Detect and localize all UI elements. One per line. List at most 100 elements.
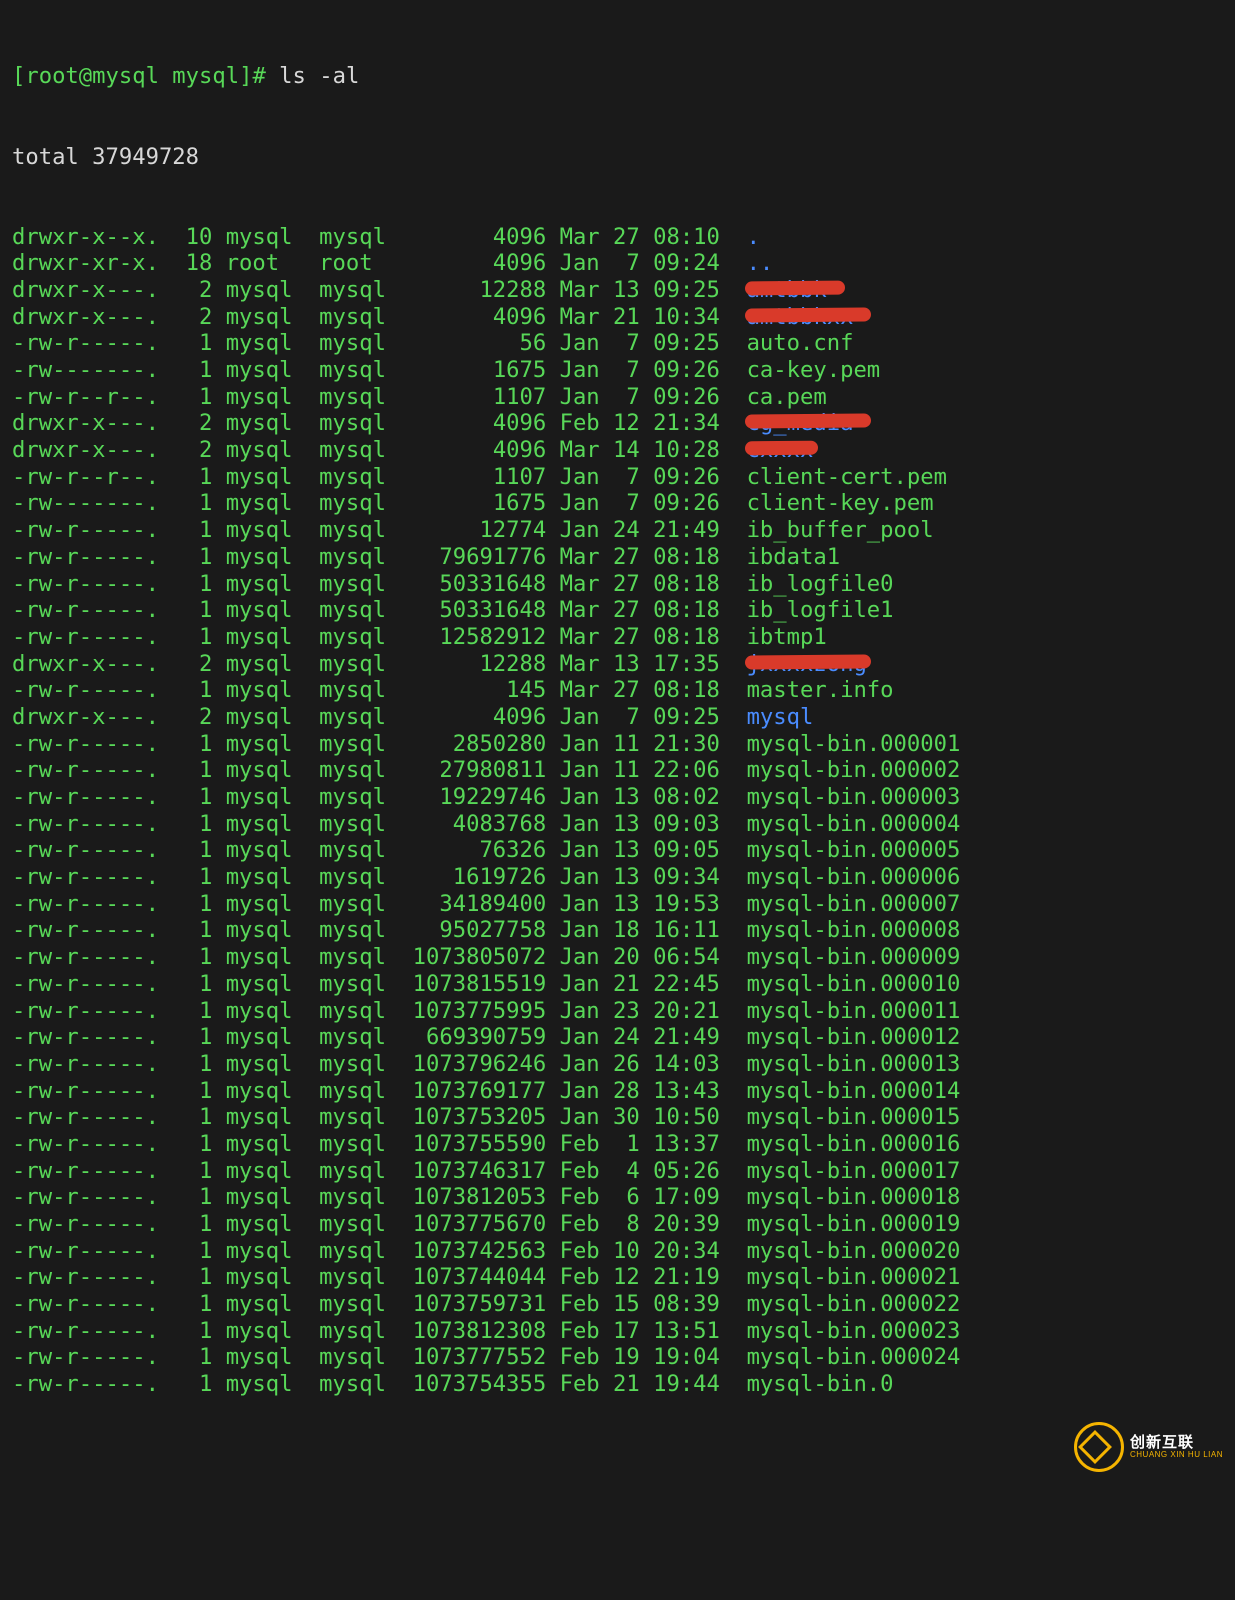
group-cell: mysql — [319, 1051, 399, 1078]
size-cell: 1073753205 — [399, 1104, 546, 1131]
group-cell: mysql — [319, 731, 399, 758]
size-cell: 4096 — [399, 304, 546, 331]
group-cell: mysql — [319, 998, 399, 1025]
links-cell: 1 — [172, 891, 212, 918]
group-cell: mysql — [319, 917, 399, 944]
size-cell: 50331648 — [399, 571, 546, 598]
size-cell: 56 — [399, 330, 546, 357]
links-cell: 2 — [172, 651, 212, 678]
perm-cell: -rw-r-----. — [12, 1238, 172, 1265]
date-cell: Jan 11 21:30 — [560, 731, 734, 758]
filename-cell: mysql-bin.000021 — [747, 1264, 961, 1291]
filename-cell: mysql-bin.000018 — [747, 1184, 961, 1211]
date-cell: Jan 20 06:54 — [560, 944, 734, 971]
filename-cell: . — [747, 224, 760, 251]
filename-cell: mysql-bin.000010 — [747, 971, 961, 998]
filename-cell: mysql — [747, 704, 814, 731]
group-cell: mysql — [319, 651, 399, 678]
perm-cell: -rw-r-----. — [12, 1291, 172, 1318]
owner-cell: mysql — [226, 998, 306, 1025]
links-cell: 2 — [172, 437, 212, 464]
filename-cell: client-cert.pem — [747, 464, 947, 491]
date-cell: Mar 27 08:18 — [560, 624, 734, 651]
listing-row: -rw-r--r--.1 mysql mysql1107 Jan 7 09:26… — [12, 464, 1223, 491]
directory-listing: drwxr-x--x.10 mysql mysql4096 Mar 27 08:… — [12, 224, 1223, 1398]
date-cell: Mar 27 08:10 — [560, 224, 734, 251]
filename-cell: mysql-bin.000024 — [747, 1344, 961, 1371]
perm-cell: -rw-r-----. — [12, 1211, 172, 1238]
links-cell: 1 — [172, 864, 212, 891]
filename-cell: mysql-bin.000019 — [747, 1211, 961, 1238]
links-cell: 1 — [172, 1291, 212, 1318]
date-cell: Jan 26 14:03 — [560, 1051, 734, 1078]
filename-cell: ib_buffer_pool — [747, 517, 934, 544]
filename-cell: mysql-bin.000022 — [747, 1291, 961, 1318]
links-cell: 1 — [172, 544, 212, 571]
group-cell: mysql — [319, 277, 399, 304]
perm-cell: -rw-r-----. — [12, 1051, 172, 1078]
perm-cell: -rw-r-----. — [12, 811, 172, 838]
links-cell: 1 — [172, 1184, 212, 1211]
listing-row: -rw-r-----.1 mysql mysql79691776 Mar 27 … — [12, 544, 1223, 571]
owner-cell: mysql — [226, 1131, 306, 1158]
perm-cell: -rw-r-----. — [12, 837, 172, 864]
size-cell: 1073746317 — [399, 1158, 546, 1185]
perm-cell: -rw-r-----. — [12, 330, 172, 357]
group-cell: mysql — [319, 1318, 399, 1345]
listing-row: drwxr-xr-x.18 root root 4096 Jan 7 09:24… — [12, 250, 1223, 277]
links-cell: 1 — [172, 998, 212, 1025]
size-cell: 4096 — [399, 704, 546, 731]
group-cell: mysql — [319, 357, 399, 384]
date-cell: Feb 17 13:51 — [560, 1318, 734, 1345]
group-cell: mysql — [319, 437, 399, 464]
perm-cell: -rw-------. — [12, 357, 172, 384]
date-cell: Mar 13 17:35 — [560, 651, 734, 678]
owner-cell: mysql — [226, 837, 306, 864]
group-cell: mysql — [319, 1344, 399, 1371]
date-cell: Mar 27 08:18 — [560, 677, 734, 704]
links-cell: 2 — [172, 410, 212, 437]
listing-row: -rw-r-----.1 mysql mysql1073746317 Feb 4… — [12, 1158, 1223, 1185]
size-cell: 1675 — [399, 490, 546, 517]
perm-cell: -rw-r-----. — [12, 1371, 172, 1398]
size-cell: 79691776 — [399, 544, 546, 571]
filename-cell: mysql-bin.000020 — [747, 1238, 961, 1265]
owner-cell: mysql — [226, 1344, 306, 1371]
listing-row: -rw-r-----.1 mysql mysql669390759 Jan 24… — [12, 1024, 1223, 1051]
listing-row: -rw-r-----.1 mysql mysql1073777552 Feb 1… — [12, 1344, 1223, 1371]
total-line: total 37949728 — [12, 144, 1223, 171]
size-cell: 1073805072 — [399, 944, 546, 971]
group-cell: mysql — [319, 1024, 399, 1051]
links-cell: 1 — [172, 1344, 212, 1371]
listing-row: -rw-r-----.1 mysql mysql1073754355 Feb 2… — [12, 1371, 1223, 1398]
listing-row: drwxr-x---.2 mysql mysql4096 Mar 21 10:3… — [12, 304, 1223, 331]
links-cell: 1 — [172, 330, 212, 357]
group-cell: mysql — [319, 1211, 399, 1238]
listing-row: -rw-r-----.1 mysql mysql76326 Jan 13 09:… — [12, 837, 1223, 864]
group-cell: mysql — [319, 410, 399, 437]
owner-cell: mysql — [226, 544, 306, 571]
listing-row: -rw-r-----.1 mysql mysql1073796246 Jan 2… — [12, 1051, 1223, 1078]
perm-cell: drwxr-x---. — [12, 437, 172, 464]
listing-row: -rw-r-----.1 mysql mysql1073755590 Feb 1… — [12, 1131, 1223, 1158]
links-cell: 1 — [172, 517, 212, 544]
links-cell: 1 — [172, 1211, 212, 1238]
size-cell: 4096 — [399, 437, 546, 464]
perm-cell: drwxr-xr-x. — [12, 250, 172, 277]
filename-cell: ca-key.pem — [747, 357, 881, 384]
perm-cell: -rw-r--r--. — [12, 384, 172, 411]
owner-cell: mysql — [226, 731, 306, 758]
filename-cell: mysql-bin.000016 — [747, 1131, 961, 1158]
listing-row: -rw-r-----.1 mysql mysql12582912 Mar 27 … — [12, 624, 1223, 651]
perm-cell: -rw-r-----. — [12, 571, 172, 598]
owner-cell: mysql — [226, 1078, 306, 1105]
links-cell: 1 — [172, 357, 212, 384]
terminal-window[interactable]: [root@mysql mysql]# ls -al total 3794972… — [0, 0, 1235, 1478]
filename-cell: mysql-bin.000003 — [747, 784, 961, 811]
date-cell: Mar 27 08:18 — [560, 571, 734, 598]
size-cell: 1073777552 — [399, 1344, 546, 1371]
date-cell: Jan 13 09:05 — [560, 837, 734, 864]
size-cell: 12582912 — [399, 624, 546, 651]
date-cell: Jan 28 13:43 — [560, 1078, 734, 1105]
perm-cell: drwxr-x---. — [12, 277, 172, 304]
